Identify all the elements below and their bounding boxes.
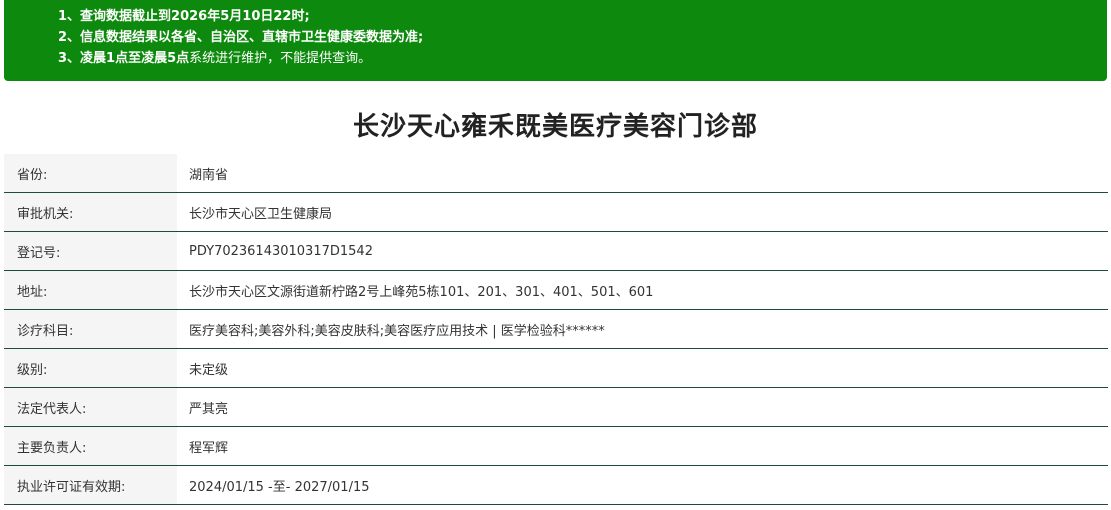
row-value: PDY70236143010317D1542 — [177, 231, 1108, 271]
row-value: 医疗美容科;美容外科;美容皮肤科;美容医疗应用技术 | 医学检验科****** — [177, 309, 1108, 349]
table-row: 诊疗科目: 医疗美容科;美容外科;美容皮肤科;美容医疗应用技术 | 医学检验科*… — [4, 309, 1108, 349]
table-row: 审批机关: 长沙市天心区卫生健康局 — [4, 192, 1108, 232]
info-table: 省份: 湖南省 审批机关: 长沙市天心区卫生健康局 登记号: PDY702361… — [4, 154, 1108, 505]
row-value: 长沙市天心区文源街道新柠路2号上峰苑5栋101、201、301、401、501、… — [177, 270, 1108, 310]
row-label: 地址: — [4, 270, 177, 310]
row-value: 严其亮 — [177, 387, 1108, 427]
table-row: 法定代表人: 严其亮 — [4, 387, 1108, 427]
table-row: 登记号: PDY70236143010317D1542 — [4, 231, 1108, 271]
notice-line-3: 3、凌晨1点至凌晨5点系统进行维护，不能提供查询。 — [58, 48, 1107, 69]
notice-text: 查询数据截止到2026年5月10日22时; — [80, 9, 310, 24]
table-row: 执业许可证有效期: 2024/01/15 -至- 2027/01/15 — [4, 465, 1108, 505]
row-label: 审批机关: — [4, 192, 177, 232]
row-value: 2024/01/15 -至- 2027/01/15 — [177, 465, 1108, 505]
notice-number: 1、 — [58, 9, 81, 24]
row-label: 诊疗科目: — [4, 309, 177, 349]
notice-line-2: 2、信息数据结果以各省、自治区、直辖市卫生健康委数据为准; — [58, 27, 1107, 48]
row-label: 执业许可证有效期: — [4, 465, 177, 505]
notice-text: 信息数据结果以各省、自治区、直辖市卫生健康委数据为准; — [80, 30, 424, 45]
table-row: 地址: 长沙市天心区文源街道新柠路2号上峰苑5栋101、201、301、401、… — [4, 270, 1108, 310]
notice-line-1: 1、查询数据截止到2026年5月10日22时; — [58, 6, 1107, 27]
row-value: 长沙市天心区卫生健康局 — [177, 192, 1108, 232]
notice-banner: 1、查询数据截止到2026年5月10日22时; 2、信息数据结果以各省、自治区、… — [4, 0, 1107, 81]
notice-text: 系统进行维护，不能提供查询。 — [189, 51, 372, 66]
notice-text-bold: 凌晨1点至凌晨5点 — [80, 51, 190, 66]
table-row: 省份: 湖南省 — [4, 154, 1108, 193]
row-label: 登记号: — [4, 231, 177, 271]
table-row: 级别: 未定级 — [4, 348, 1108, 388]
row-label: 主要负责人: — [4, 426, 177, 466]
row-label: 省份: — [4, 154, 177, 193]
row-value: 程军辉 — [177, 426, 1108, 466]
row-value: 湖南省 — [177, 154, 1108, 193]
row-value: 未定级 — [177, 348, 1108, 388]
page-title: 长沙天心雍禾既美医疗美容门诊部 — [352, 112, 758, 142]
notice-number: 3、 — [58, 51, 81, 66]
notice-number: 2、 — [58, 30, 81, 45]
row-label: 法定代表人: — [4, 387, 177, 427]
row-label: 级别: — [4, 348, 177, 388]
table-row: 主要负责人: 程军辉 — [4, 426, 1108, 466]
